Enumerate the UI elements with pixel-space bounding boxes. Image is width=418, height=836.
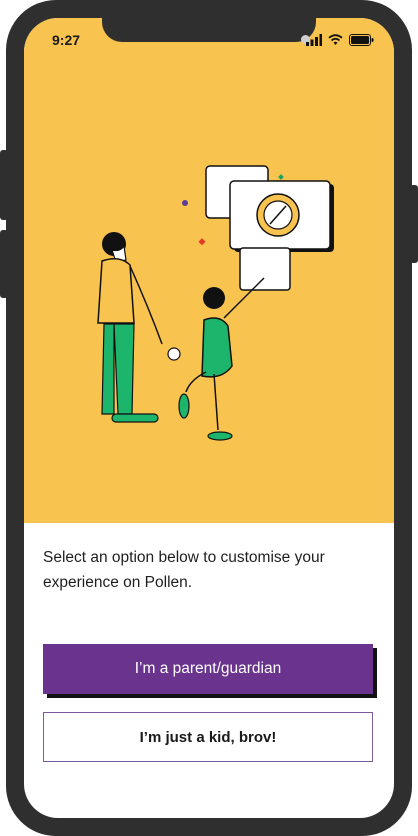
parent-guardian-button[interactable]: I’m a parent/guardian [43,644,373,694]
volume-up-button [0,150,8,220]
parent-and-child-illustration [97,165,334,441]
battery-icon [349,34,374,46]
signal-icon [306,34,322,46]
volume-down-button [0,230,8,298]
status-time: 9:27 [52,32,81,48]
wifi-icon [328,34,343,45]
hero-banner [24,18,394,523]
kid-button[interactable]: I’m just a kid, brov! [43,712,373,762]
power-button [410,185,418,263]
app-screen: 9:27 Select an option below to customise… [24,18,394,818]
status-icons [306,34,374,46]
intro-text: Select an option below to customise your… [43,549,325,591]
parent-button-wrapper: I’m a parent/guardian [43,644,377,698]
notch [102,18,316,42]
